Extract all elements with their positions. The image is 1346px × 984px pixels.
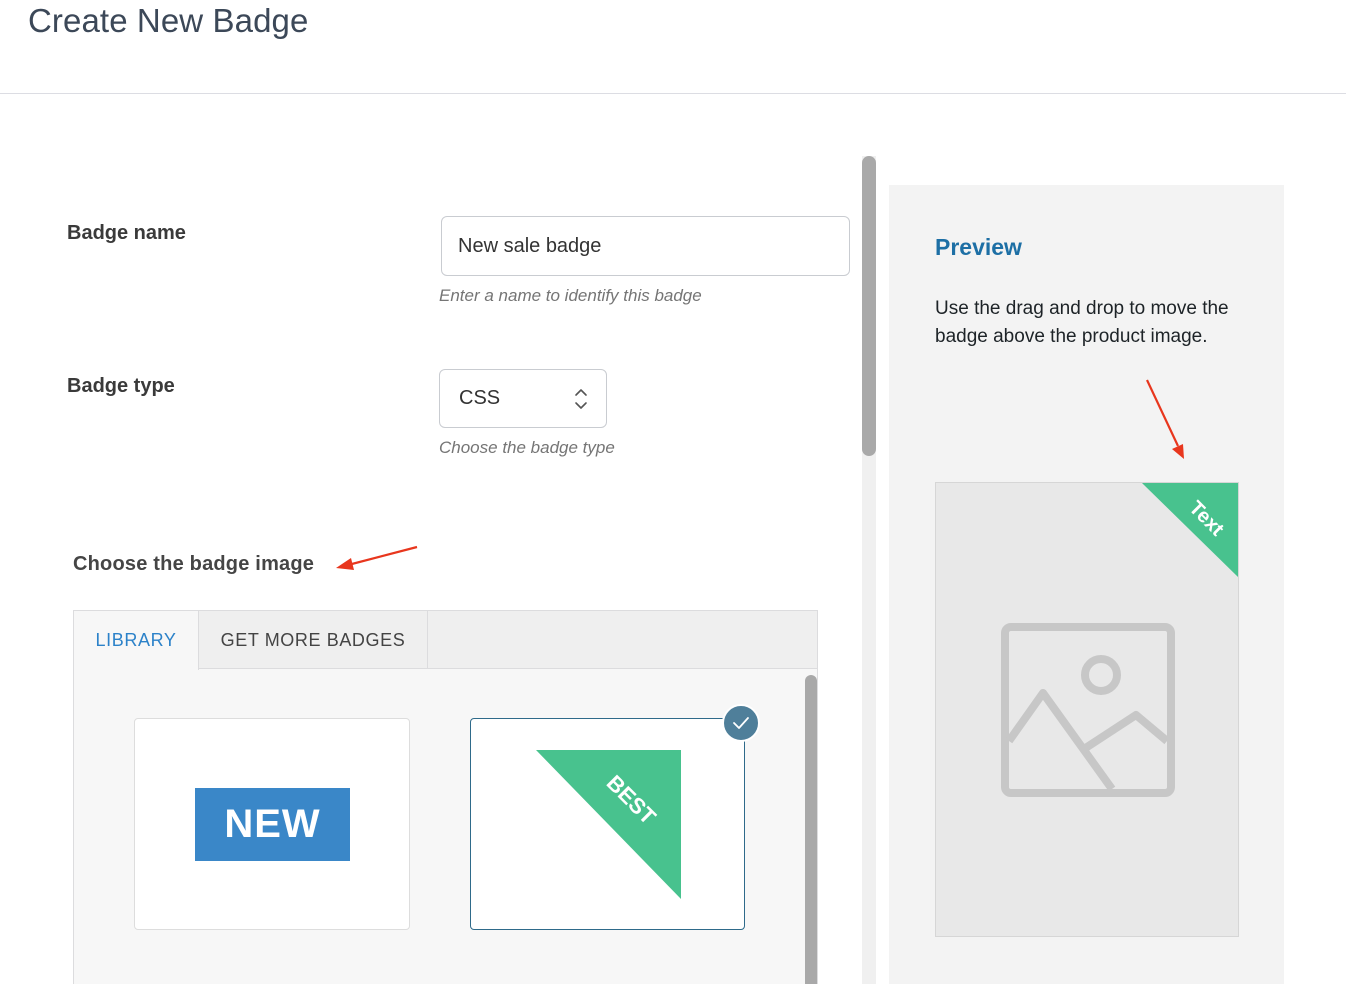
preview-title: Preview bbox=[935, 234, 1022, 260]
badge-name-input[interactable] bbox=[441, 216, 850, 276]
preview-description: Use the drag and drop to move the badge … bbox=[935, 298, 1229, 347]
library-scrollbar[interactable] bbox=[805, 675, 817, 984]
select-arrows-icon bbox=[575, 389, 587, 409]
arrow-to-heading-icon bbox=[336, 545, 418, 570]
header-divider bbox=[0, 93, 1346, 94]
badge-option-best[interactable]: BEST bbox=[470, 718, 745, 930]
preview-badge[interactable]: Text bbox=[1142, 483, 1239, 579]
tab-get-more-badges[interactable]: GET MORE BADGES bbox=[199, 611, 428, 669]
badge-type-help: Choose the badge type bbox=[439, 438, 615, 457]
badge-type-label: Badge type bbox=[67, 375, 175, 397]
badge-image-heading: Choose the badge image bbox=[73, 553, 315, 575]
image-placeholder-icon bbox=[1001, 623, 1175, 797]
best-badge-image: BEST bbox=[536, 750, 681, 899]
selected-check-icon bbox=[722, 704, 760, 742]
badge-name-help: Enter a name to identify this badge bbox=[439, 286, 702, 305]
badge-option-new[interactable]: NEW bbox=[134, 718, 410, 930]
preview-panel: Preview Use the drag and drop to move th… bbox=[889, 185, 1284, 984]
new-badge-image: NEW bbox=[195, 788, 350, 861]
badge-type-select[interactable]: CSS bbox=[439, 369, 607, 428]
main-scrollbar-thumb[interactable] bbox=[862, 156, 876, 456]
badge-name-label: Badge name bbox=[67, 222, 186, 244]
badge-type-value: CSS bbox=[459, 387, 501, 409]
product-image-preview: Text bbox=[935, 482, 1239, 937]
tab-bar: LIBRARY GET MORE BADGES bbox=[74, 611, 817, 670]
page-title: Create New Badge bbox=[28, 2, 309, 39]
tab-library[interactable]: LIBRARY bbox=[74, 611, 199, 670]
